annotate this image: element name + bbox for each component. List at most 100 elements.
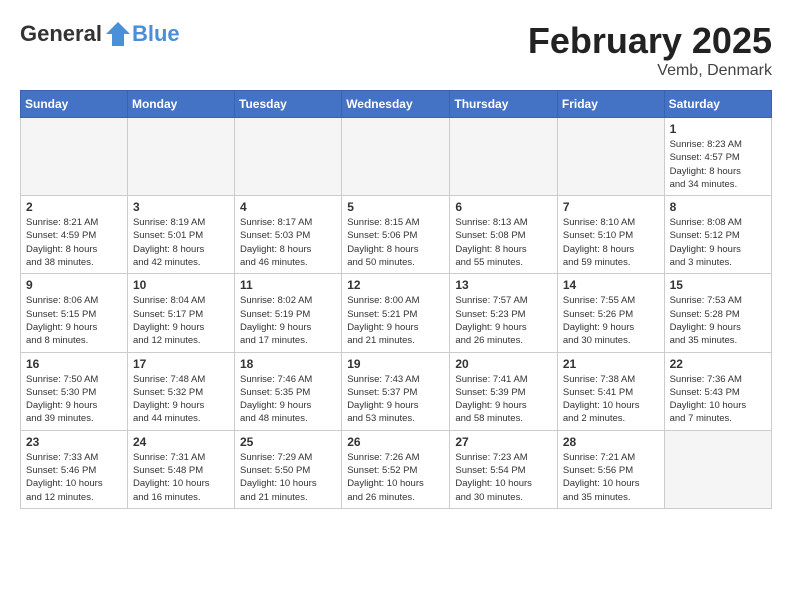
day-info: Sunrise: 7:50 AM Sunset: 5:30 PM Dayligh… — [26, 373, 122, 426]
day-info: Sunrise: 7:29 AM Sunset: 5:50 PM Dayligh… — [240, 451, 336, 504]
calendar-cell — [664, 430, 771, 508]
day-number: 19 — [347, 357, 444, 371]
day-info: Sunrise: 7:57 AM Sunset: 5:23 PM Dayligh… — [455, 294, 552, 347]
calendar-cell: 3Sunrise: 8:19 AM Sunset: 5:01 PM Daylig… — [127, 196, 234, 274]
day-number: 11 — [240, 278, 336, 292]
day-number: 1 — [670, 122, 766, 136]
column-header-saturday: Saturday — [664, 91, 771, 118]
day-info: Sunrise: 7:41 AM Sunset: 5:39 PM Dayligh… — [455, 373, 552, 426]
calendar-cell: 28 Sunrise: 7:21 AM Sunset: 5:56 PM Dayli… — [557, 430, 664, 508]
calendar-cell: 5 Sunrise: 8:15 AM Sunset: 5:06 PM Daylig… — [342, 196, 450, 274]
day-info: Sunrise: 7:46 AM Sunset: 5:35 PM Dayligh… — [240, 373, 336, 426]
column-header-tuesday: Tuesday — [235, 91, 342, 118]
calendar-cell: 10 Sunrise: 8:04 AM Sunset: 5:17 PM Dayli… — [127, 274, 234, 352]
calendar-cell — [21, 118, 128, 196]
calendar-cell: 17Sunrise: 7:48 AM Sunset: 5:32 PM Dayli… — [127, 352, 234, 430]
day-info: Sunrise: 8:06 AM Sunset: 5:15 PM Dayligh… — [26, 294, 122, 347]
calendar-cell: 18 Sunrise: 7:46 AM Sunset: 5:35 PM Dayli… — [235, 352, 342, 430]
calendar-cell: 22 Sunrise: 7:36 AM Sunset: 5:43 PM Dayli… — [664, 352, 771, 430]
day-number: 14 — [563, 278, 659, 292]
location: Vemb, Denmark — [528, 62, 772, 80]
day-number: 18 — [240, 357, 336, 371]
day-number: 6 — [455, 200, 552, 214]
day-info: Sunrise: 7:26 AM Sunset: 5:52 PM Dayligh… — [347, 451, 444, 504]
calendar-cell — [127, 118, 234, 196]
day-number: 9 — [26, 278, 122, 292]
day-info: Sunrise: 7:33 AM Sunset: 5:46 PM Dayligh… — [26, 451, 122, 504]
calendar-header-row: SundayMondayTuesdayWednesdayThursdayFrid… — [21, 91, 772, 118]
day-number: 23 — [26, 435, 122, 449]
calendar-cell: 6 Sunrise: 8:13 AM Sunset: 5:08 PM Daylig… — [450, 196, 558, 274]
calendar-cell: 24 Sunrise: 7:31 AM Sunset: 5:48 PM Dayli… — [127, 430, 234, 508]
day-info: Sunrise: 7:21 AM Sunset: 5:56 PM Dayligh… — [563, 451, 659, 504]
month-year: February 2025 — [528, 20, 772, 62]
calendar-cell: 11 Sunrise: 8:02 AM Sunset: 5:19 PM Dayli… — [235, 274, 342, 352]
calendar-cell: 7 Sunrise: 8:10 AM Sunset: 5:10 PM Daylig… — [557, 196, 664, 274]
calendar-cell: 19 Sunrise: 7:43 AM Sunset: 5:37 PM Dayli… — [342, 352, 450, 430]
calendar-week-row: 2 Sunrise: 8:21 AM Sunset: 4:59 PM Daylig… — [21, 196, 772, 274]
day-number: 24 — [133, 435, 229, 449]
calendar-cell: 27 Sunrise: 7:23 AM Sunset: 5:54 PM Dayli… — [450, 430, 558, 508]
day-info: Sunrise: 7:38 AM Sunset: 5:41 PM Dayligh… — [563, 373, 659, 426]
calendar-cell — [557, 118, 664, 196]
column-header-monday: Monday — [127, 91, 234, 118]
calendar-cell: 23 Sunrise: 7:33 AM Sunset: 5:46 PM Dayli… — [21, 430, 128, 508]
day-info: Sunrise: 8:10 AM Sunset: 5:10 PM Dayligh… — [563, 216, 659, 269]
day-number: 8 — [670, 200, 766, 214]
calendar-cell: 8 Sunrise: 8:08 AM Sunset: 5:12 PM Daylig… — [664, 196, 771, 274]
calendar-cell: 1 Sunrise: 8:23 AM Sunset: 4:57 PM Daylig… — [664, 118, 771, 196]
column-header-thursday: Thursday — [450, 91, 558, 118]
calendar-week-row: 9 Sunrise: 8:06 AM Sunset: 5:15 PM Daylig… — [21, 274, 772, 352]
day-number: 13 — [455, 278, 552, 292]
calendar-cell: 26 Sunrise: 7:26 AM Sunset: 5:52 PM Dayli… — [342, 430, 450, 508]
day-number: 26 — [347, 435, 444, 449]
calendar-cell: 14Sunrise: 7:55 AM Sunset: 5:26 PM Dayli… — [557, 274, 664, 352]
day-info: Sunrise: 7:43 AM Sunset: 5:37 PM Dayligh… — [347, 373, 444, 426]
calendar-cell: 25Sunrise: 7:29 AM Sunset: 5:50 PM Dayli… — [235, 430, 342, 508]
column-header-friday: Friday — [557, 91, 664, 118]
day-number: 20 — [455, 357, 552, 371]
day-info: Sunrise: 7:53 AM Sunset: 5:28 PM Dayligh… — [670, 294, 766, 347]
day-number: 16 — [26, 357, 122, 371]
day-info: Sunrise: 7:31 AM Sunset: 5:48 PM Dayligh… — [133, 451, 229, 504]
day-number: 17 — [133, 357, 229, 371]
calendar-week-row: 23 Sunrise: 7:33 AM Sunset: 5:46 PM Dayli… — [21, 430, 772, 508]
day-info: Sunrise: 7:36 AM Sunset: 5:43 PM Dayligh… — [670, 373, 766, 426]
page-header: General Blue February 2025 Vemb, Denmark — [20, 20, 772, 80]
calendar-cell: 9 Sunrise: 8:06 AM Sunset: 5:15 PM Daylig… — [21, 274, 128, 352]
calendar-cell: 16 Sunrise: 7:50 AM Sunset: 5:30 PM Dayli… — [21, 352, 128, 430]
calendar-cell: 20 Sunrise: 7:41 AM Sunset: 5:39 PM Dayli… — [450, 352, 558, 430]
day-info: Sunrise: 8:23 AM Sunset: 4:57 PM Dayligh… — [670, 138, 766, 191]
calendar-cell — [235, 118, 342, 196]
day-number: 4 — [240, 200, 336, 214]
calendar-table: SundayMondayTuesdayWednesdayThursdayFrid… — [20, 90, 772, 509]
calendar-week-row: 1 Sunrise: 8:23 AM Sunset: 4:57 PM Daylig… — [21, 118, 772, 196]
calendar-week-row: 16 Sunrise: 7:50 AM Sunset: 5:30 PM Dayli… — [21, 352, 772, 430]
day-number: 28 — [563, 435, 659, 449]
day-info: Sunrise: 8:15 AM Sunset: 5:06 PM Dayligh… — [347, 216, 444, 269]
day-info: Sunrise: 8:13 AM Sunset: 5:08 PM Dayligh… — [455, 216, 552, 269]
day-info: Sunrise: 8:08 AM Sunset: 5:12 PM Dayligh… — [670, 216, 766, 269]
calendar-cell: 2 Sunrise: 8:21 AM Sunset: 4:59 PM Daylig… — [21, 196, 128, 274]
day-info: Sunrise: 8:02 AM Sunset: 5:19 PM Dayligh… — [240, 294, 336, 347]
day-number: 21 — [563, 357, 659, 371]
day-number: 22 — [670, 357, 766, 371]
day-number: 10 — [133, 278, 229, 292]
logo-icon — [104, 20, 132, 48]
day-number: 2 — [26, 200, 122, 214]
day-info: Sunrise: 8:00 AM Sunset: 5:21 PM Dayligh… — [347, 294, 444, 347]
day-number: 3 — [133, 200, 229, 214]
day-info: Sunrise: 8:04 AM Sunset: 5:17 PM Dayligh… — [133, 294, 229, 347]
logo-blue: Blue — [132, 21, 180, 47]
day-info: Sunrise: 8:21 AM Sunset: 4:59 PM Dayligh… — [26, 216, 122, 269]
calendar-cell: 13 Sunrise: 7:57 AM Sunset: 5:23 PM Dayli… — [450, 274, 558, 352]
calendar-cell: 4 Sunrise: 8:17 AM Sunset: 5:03 PM Daylig… — [235, 196, 342, 274]
title-block: February 2025 Vemb, Denmark — [528, 20, 772, 80]
day-number: 12 — [347, 278, 444, 292]
day-number: 7 — [563, 200, 659, 214]
day-info: Sunrise: 7:23 AM Sunset: 5:54 PM Dayligh… — [455, 451, 552, 504]
calendar-cell: 15Sunrise: 7:53 AM Sunset: 5:28 PM Dayli… — [664, 274, 771, 352]
day-number: 27 — [455, 435, 552, 449]
day-info: Sunrise: 8:17 AM Sunset: 5:03 PM Dayligh… — [240, 216, 336, 269]
day-number: 5 — [347, 200, 444, 214]
